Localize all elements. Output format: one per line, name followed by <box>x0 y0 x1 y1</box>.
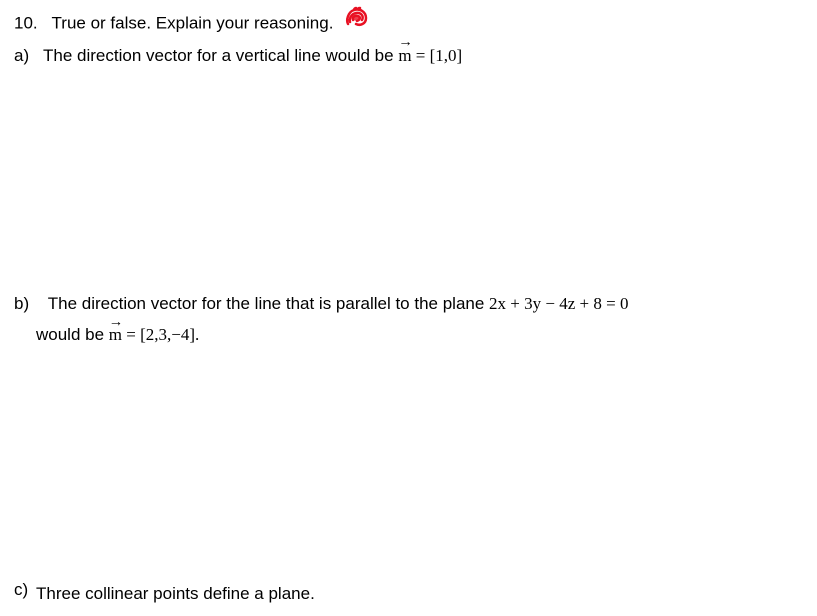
part-c-text: Three collinear points define a plane. <box>36 584 315 603</box>
part-a-label: a) <box>14 46 29 65</box>
part-a-text-before: The direction vector for a vertical line… <box>43 46 398 65</box>
part-a-vector: →m = [1,0] <box>398 46 462 65</box>
part-a: a) The direction vector for a vertical l… <box>14 42 803 69</box>
part-c-label: c) <box>14 580 28 600</box>
part-b-label: b) <box>14 294 29 313</box>
question-number: 10. <box>14 14 38 33</box>
part-b-vector: →m = [2,3,−4]. <box>109 325 199 344</box>
part-b: b) The direction vector for the line tha… <box>14 290 628 350</box>
part-b-plane-equation: 2x + 3y − 4z + 8 = 0 <box>489 294 628 313</box>
question-prompt: True or false. Explain your reasoning. <box>52 14 334 33</box>
part-b-line2-before: would be <box>36 325 109 344</box>
red-scribble-icon <box>342 6 372 38</box>
part-c: Three collinear points define a plane. <box>36 580 315 607</box>
